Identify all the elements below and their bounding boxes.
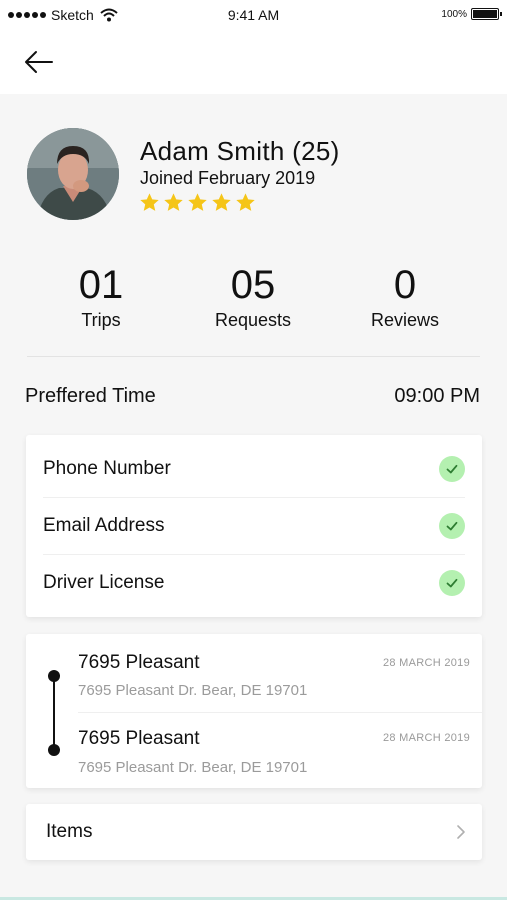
profile-name: Adam Smith (25)	[140, 136, 340, 166]
status-bar: Sketch 9:41 AM 100%	[0, 0, 507, 30]
verification-row-email: Email Address	[43, 497, 465, 553]
stat-label: Reviews	[370, 310, 440, 330]
nav-bar	[0, 30, 507, 94]
route-end-dot	[48, 744, 60, 756]
joined-date: Joined February 2019	[140, 168, 316, 188]
star-icon	[188, 193, 207, 211]
rating-stars	[139, 192, 256, 213]
check-icon	[439, 569, 465, 596]
star-icon	[212, 193, 231, 211]
verification-label: Phone Number	[43, 458, 171, 479]
route-card[interactable]: 7695 Pleasant 28 MARCH 2019 7695 Pleasan…	[26, 634, 482, 788]
preferred-time-label: Preffered Time	[25, 385, 156, 407]
stop-title: 7695 Pleasant	[78, 652, 200, 673]
clock: 9:41 AM	[227, 7, 280, 23]
route-line	[53, 674, 55, 748]
stop-date: 28 MARCH 2019	[382, 732, 470, 744]
star-icon	[164, 193, 183, 211]
stat-value: 01	[78, 263, 124, 307]
battery-icon	[471, 8, 502, 20]
stat-value: 0	[393, 263, 417, 307]
stat-reviews[interactable]: 0 Reviews	[345, 262, 465, 331]
stop-address: 7695 Pleasant Dr. Bear, DE 19701	[78, 759, 308, 776]
check-icon	[439, 456, 465, 482]
stat-label: Trips	[81, 310, 121, 330]
stop-title: 7695 Pleasant	[78, 728, 200, 749]
star-icon	[140, 193, 159, 211]
items-row[interactable]: Items	[26, 804, 482, 860]
battery-group: 100%	[441, 8, 502, 20]
avatar	[27, 128, 119, 220]
stop-address: 7695 Pleasant Dr. Bear, DE 19701	[78, 682, 308, 699]
items-label: Items	[46, 821, 93, 842]
arrow-left-icon[interactable]	[22, 48, 56, 76]
check-icon	[439, 512, 465, 539]
stat-trips[interactable]: 01 Trips	[41, 262, 161, 331]
battery-percent: 100%	[441, 8, 467, 20]
verification-card: Phone Number Email Address Driver Licens…	[26, 435, 482, 617]
route-separator	[78, 712, 482, 713]
verification-label: Driver License	[43, 571, 165, 593]
chevron-right-icon	[457, 825, 465, 839]
stat-label: Requests	[214, 310, 292, 330]
verification-row-phone: Phone Number	[43, 441, 465, 497]
verification-label: Email Address	[43, 514, 165, 536]
verification-row-license: Driver License	[43, 554, 465, 610]
divider	[27, 356, 480, 357]
stat-value: 05	[230, 263, 276, 307]
route-start-dot	[48, 670, 60, 682]
star-icon	[236, 193, 255, 211]
stop-date: 28 MARCH 2019	[382, 657, 470, 669]
stat-requests[interactable]: 05 Requests	[193, 262, 313, 331]
preferred-time-value: 09:00 PM	[394, 385, 480, 407]
